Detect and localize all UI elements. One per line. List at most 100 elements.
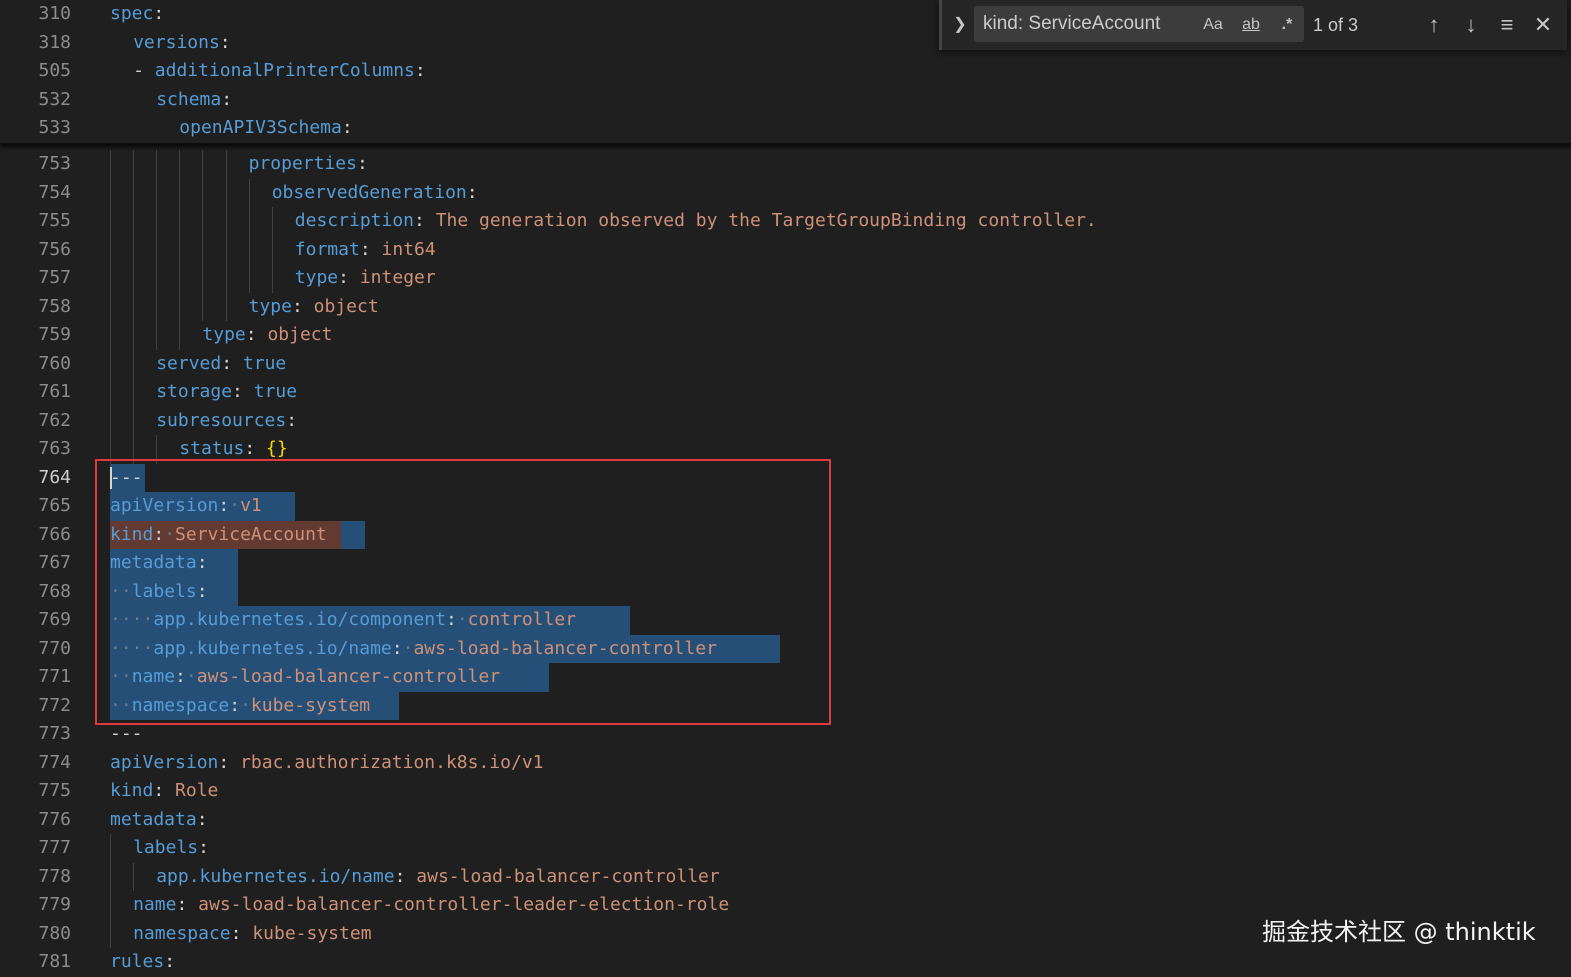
code-line[interactable]: 533 openAPIV3Schema: xyxy=(0,114,1571,143)
code-text[interactable]: observedGeneration: xyxy=(272,179,478,208)
code-text[interactable]: - additionalPrinterColumns: xyxy=(133,57,426,86)
code-text[interactable]: format: int64 xyxy=(295,236,436,265)
code-text[interactable]: app.kubernetes.io/name: aws-load-balance… xyxy=(156,863,720,892)
code-text[interactable]: ····app.kubernetes.io/component:·control… xyxy=(110,606,576,635)
code-line[interactable]: 770 ····app.kubernetes.io/name:·aws-load-… xyxy=(0,634,1571,664)
indent-guide xyxy=(225,235,227,264)
code-text[interactable]: kind:·ServiceAccount xyxy=(110,521,327,550)
code-text[interactable]: served: true xyxy=(156,350,286,379)
code-line[interactable]: 505 - additionalPrinterColumns: xyxy=(0,57,1571,86)
code-text[interactable]: --- xyxy=(110,464,143,493)
code-text[interactable]: apiVersion: rbac.authorization.k8s.io/v1 xyxy=(110,749,544,778)
line-number: 769 xyxy=(38,609,71,630)
match-whole-word-icon[interactable]: ab xyxy=(1238,12,1264,38)
arrow-down-icon[interactable]: ↓ xyxy=(1456,10,1486,40)
line-number: 771 xyxy=(38,666,71,687)
code-text[interactable]: type: object xyxy=(202,321,332,350)
find-in-selection-icon[interactable]: ≡ xyxy=(1492,10,1522,40)
indent-guide xyxy=(202,264,204,293)
code-line[interactable]: 757 type: integer xyxy=(0,264,1571,293)
code-line[interactable]: 777 labels: xyxy=(0,834,1571,863)
code-text[interactable]: type: integer xyxy=(295,264,436,293)
code-line[interactable]: 768 ··labels: xyxy=(0,577,1571,607)
code-line[interactable]: 778 app.kubernetes.io/name: aws-load-bala… xyxy=(0,862,1571,892)
code-text[interactable]: labels: xyxy=(133,834,209,863)
code-text[interactable]: properties: xyxy=(249,150,368,179)
line-number: 779 xyxy=(38,894,71,915)
indent-guide xyxy=(110,235,111,264)
text-cursor xyxy=(110,466,112,489)
code-line[interactable]: 761 storage: true xyxy=(0,378,1571,407)
code-text[interactable]: kind: Role xyxy=(110,777,218,806)
code-line[interactable]: 766 kind:·ServiceAccount xyxy=(0,520,1571,550)
code-line[interactable]: 769 ····app.kubernetes.io/component:·cont… xyxy=(0,606,1571,635)
code-line[interactable]: 759 type: object xyxy=(0,321,1571,350)
chevron-right-icon[interactable]: ❯ xyxy=(950,12,970,38)
code-line[interactable]: 774 apiVersion: rbac.authorization.k8s.io… xyxy=(0,749,1571,778)
code-text[interactable]: ··name:·aws-load-balancer-controller xyxy=(110,663,500,692)
line-number: 768 xyxy=(38,580,71,602)
indent-guide xyxy=(202,207,204,236)
indent-guide xyxy=(179,264,181,293)
code-line[interactable]: 754 observedGeneration: xyxy=(0,178,1571,208)
indent-guide xyxy=(133,862,135,891)
code-line[interactable]: 775 kind: Role xyxy=(0,777,1571,806)
code-line[interactable]: 773 --- xyxy=(0,720,1571,749)
code-line[interactable]: 767 metadata: xyxy=(0,549,1571,578)
code-line[interactable]: 758 type: object xyxy=(0,292,1571,322)
indent-guide xyxy=(110,264,111,293)
code-text[interactable]: ····app.kubernetes.io/name:·aws-load-bal… xyxy=(110,635,717,664)
code-line[interactable]: 760 served: true xyxy=(0,349,1571,379)
indent-guide xyxy=(248,235,250,264)
indent-guide xyxy=(133,150,135,179)
indent-guide xyxy=(202,292,204,321)
code-text[interactable]: apiVersion:·v1 xyxy=(110,492,262,521)
line-number: 753 xyxy=(38,153,71,174)
line-number: 765 xyxy=(38,495,71,516)
code-text[interactable]: rules: xyxy=(110,948,175,977)
regex-icon[interactable]: .* xyxy=(1274,12,1300,38)
code-text[interactable]: schema: xyxy=(156,86,232,115)
code-line[interactable]: 776 metadata: xyxy=(0,806,1571,835)
code-text[interactable]: spec: xyxy=(110,0,164,29)
match-case-icon[interactable]: Aa xyxy=(1200,12,1226,38)
code-line[interactable]: 781 rules: xyxy=(0,948,1571,977)
code-text[interactable]: namespace: kube-system xyxy=(133,920,371,949)
watermark: 掘金技术社区 @ thinktik xyxy=(1262,918,1536,946)
indent-guide xyxy=(202,178,204,207)
code-text[interactable]: name: aws-load-balancer-controller-leade… xyxy=(133,891,729,920)
code-text[interactable]: ··labels: xyxy=(110,578,208,607)
indent-guide xyxy=(110,150,111,179)
code-line[interactable]: 532 schema: xyxy=(0,86,1571,115)
code-editor[interactable]: 310 spec: 318 versions: 505 - additionalPrint… xyxy=(0,0,1571,975)
code-line[interactable]: 765 apiVersion:·v1 xyxy=(0,492,1571,521)
code-text[interactable]: metadata: xyxy=(110,549,208,578)
code-line[interactable]: 755 description: The generation observed … xyxy=(0,207,1571,236)
code-text[interactable]: ··namespace:·kube-system xyxy=(110,692,370,721)
indent-guide xyxy=(110,406,111,435)
code-text[interactable]: storage: true xyxy=(156,378,297,407)
line-number: 780 xyxy=(38,922,71,944)
indent-guide xyxy=(248,207,250,236)
code-text[interactable]: metadata: xyxy=(110,806,208,835)
close-icon[interactable]: ✕ xyxy=(1528,10,1558,40)
code-text[interactable]: --- xyxy=(110,720,143,749)
find-input[interactable]: kind: ServiceAccount Aa ab .* xyxy=(974,6,1304,42)
code-line[interactable]: 771 ··name:·aws-load-balancer-controller xyxy=(0,663,1571,692)
code-line[interactable]: 763 status: {} xyxy=(0,435,1571,464)
code-text[interactable]: status: {} xyxy=(179,435,287,464)
code-text[interactable]: versions: xyxy=(133,29,231,58)
line-number: 532 xyxy=(38,88,71,110)
indent-guide xyxy=(133,235,135,264)
code-line[interactable]: 764 --- xyxy=(0,463,1571,493)
code-text[interactable]: openAPIV3Schema: xyxy=(179,114,352,143)
code-text[interactable]: subresources: xyxy=(156,407,297,436)
code-text[interactable]: type: object xyxy=(249,293,379,322)
code-line[interactable]: 756 format: int64 xyxy=(0,235,1571,265)
indent-guide xyxy=(156,264,158,293)
code-line[interactable]: 772 ··namespace:·kube-system xyxy=(0,691,1571,721)
code-line[interactable]: 753 properties: xyxy=(0,150,1571,179)
code-text[interactable]: description: The generation observed by … xyxy=(295,207,1097,236)
code-line[interactable]: 762 subresources: xyxy=(0,406,1571,436)
arrow-up-icon[interactable]: ↑ xyxy=(1419,10,1449,40)
